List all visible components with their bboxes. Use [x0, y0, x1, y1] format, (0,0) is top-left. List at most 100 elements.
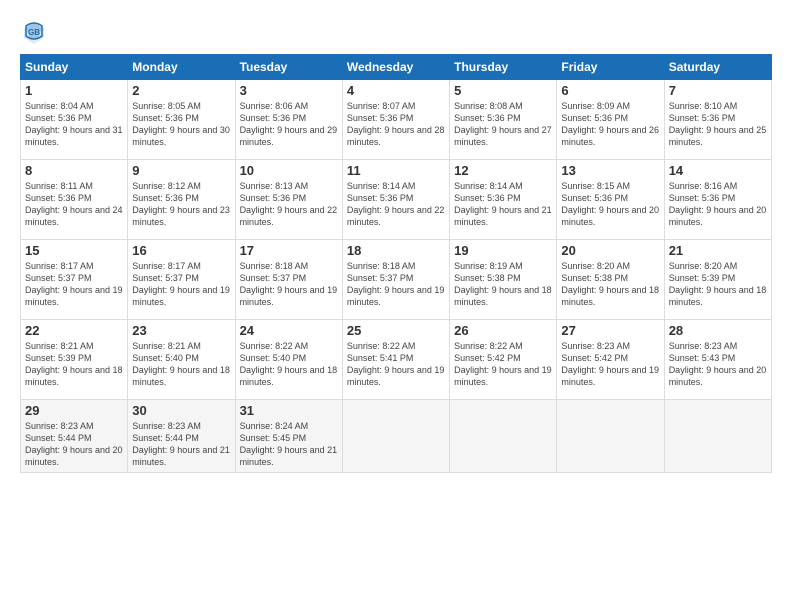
calendar-header-wednesday: Wednesday: [342, 55, 449, 80]
day-info: Sunrise: 8:12 AMSunset: 5:36 PMDaylight:…: [132, 180, 230, 229]
logo-icon: GB: [20, 18, 48, 46]
calendar: SundayMondayTuesdayWednesdayThursdayFrid…: [20, 54, 772, 473]
day-info: Sunrise: 8:19 AMSunset: 5:38 PMDaylight:…: [454, 260, 552, 309]
day-number: 5: [454, 83, 552, 98]
day-number: 24: [240, 323, 338, 338]
calendar-cell: 27Sunrise: 8:23 AMSunset: 5:42 PMDayligh…: [557, 320, 664, 400]
day-number: 7: [669, 83, 767, 98]
day-number: 31: [240, 403, 338, 418]
calendar-cell: [557, 400, 664, 473]
calendar-cell: 2 Sunrise: 8:05 AMSunset: 5:36 PMDaylight…: [128, 80, 235, 160]
day-number: 17: [240, 243, 338, 258]
day-number: 15: [25, 243, 123, 258]
day-number: 18: [347, 243, 445, 258]
day-info: Sunrise: 8:20 AMSunset: 5:39 PMDaylight:…: [669, 260, 767, 309]
calendar-cell: 16 Sunrise: 8:17 AMSunset: 5:37 PMDayligh…: [128, 240, 235, 320]
day-number: 3: [240, 83, 338, 98]
week-row-3: 15 Sunrise: 8:17 AMSunset: 5:37 PMDayligh…: [21, 240, 772, 320]
calendar-cell: 31 Sunrise: 8:24 AMSunset: 5:45 PMDayligh…: [235, 400, 342, 473]
day-number: 26: [454, 323, 552, 338]
week-row-5: 29 Sunrise: 8:23 AMSunset: 5:44 PMDayligh…: [21, 400, 772, 473]
calendar-cell: 4Sunrise: 8:07 AMSunset: 5:36 PMDaylight…: [342, 80, 449, 160]
day-info: Sunrise: 8:22 AMSunset: 5:41 PMDaylight:…: [347, 340, 445, 389]
day-info: Sunrise: 8:20 AMSunset: 5:38 PMDaylight:…: [561, 260, 659, 309]
calendar-cell: 12 Sunrise: 8:14 AMSunset: 5:36 PMDayligh…: [450, 160, 557, 240]
calendar-cell: 11 Sunrise: 8:14 AMSunset: 5:36 PMDayligh…: [342, 160, 449, 240]
day-number: 25: [347, 323, 445, 338]
calendar-cell: 23 Sunrise: 8:21 AMSunset: 5:40 PMDayligh…: [128, 320, 235, 400]
day-info: Sunrise: 8:21 AMSunset: 5:40 PMDaylight:…: [132, 340, 230, 389]
day-info: Sunrise: 8:23 AMSunset: 5:44 PMDaylight:…: [132, 420, 230, 469]
calendar-cell: 22 Sunrise: 8:21 AMSunset: 5:39 PMDayligh…: [21, 320, 128, 400]
day-number: 1: [25, 83, 123, 98]
calendar-cell: 17 Sunrise: 8:18 AMSunset: 5:37 PMDayligh…: [235, 240, 342, 320]
day-number: 13: [561, 163, 659, 178]
calendar-cell: 18Sunrise: 8:18 AMSunset: 5:37 PMDayligh…: [342, 240, 449, 320]
day-number: 11: [347, 163, 445, 178]
calendar-cell: 21Sunrise: 8:20 AMSunset: 5:39 PMDayligh…: [664, 240, 771, 320]
day-info: Sunrise: 8:04 AMSunset: 5:36 PMDaylight:…: [25, 100, 123, 149]
calendar-cell: 13 Sunrise: 8:15 AMSunset: 5:36 PMDayligh…: [557, 160, 664, 240]
day-info: Sunrise: 8:16 AMSunset: 5:36 PMDaylight:…: [669, 180, 767, 229]
day-number: 14: [669, 163, 767, 178]
day-info: Sunrise: 8:24 AMSunset: 5:45 PMDaylight:…: [240, 420, 338, 469]
day-number: 19: [454, 243, 552, 258]
day-info: Sunrise: 8:06 AMSunset: 5:36 PMDaylight:…: [240, 100, 338, 149]
day-number: 16: [132, 243, 230, 258]
calendar-cell: [450, 400, 557, 473]
day-info: Sunrise: 8:15 AMSunset: 5:36 PMDaylight:…: [561, 180, 659, 229]
day-number: 30: [132, 403, 230, 418]
day-number: 12: [454, 163, 552, 178]
calendar-header-tuesday: Tuesday: [235, 55, 342, 80]
calendar-cell: [664, 400, 771, 473]
calendar-header-friday: Friday: [557, 55, 664, 80]
day-info: Sunrise: 8:22 AMSunset: 5:40 PMDaylight:…: [240, 340, 338, 389]
day-number: 2: [132, 83, 230, 98]
logo: GB: [20, 18, 52, 46]
calendar-header-sunday: Sunday: [21, 55, 128, 80]
day-info: Sunrise: 8:17 AMSunset: 5:37 PMDaylight:…: [132, 260, 230, 309]
day-number: 29: [25, 403, 123, 418]
calendar-cell: 29 Sunrise: 8:23 AMSunset: 5:44 PMDayligh…: [21, 400, 128, 473]
svg-text:GB: GB: [28, 28, 40, 37]
day-info: Sunrise: 8:11 AMSunset: 5:36 PMDaylight:…: [25, 180, 123, 229]
day-info: Sunrise: 8:18 AMSunset: 5:37 PMDaylight:…: [240, 260, 338, 309]
calendar-cell: 28Sunrise: 8:23 AMSunset: 5:43 PMDayligh…: [664, 320, 771, 400]
week-row-4: 22 Sunrise: 8:21 AMSunset: 5:39 PMDayligh…: [21, 320, 772, 400]
header: GB: [20, 18, 772, 46]
day-info: Sunrise: 8:09 AMSunset: 5:36 PMDaylight:…: [561, 100, 659, 149]
week-row-1: 1 Sunrise: 8:04 AMSunset: 5:36 PMDaylight…: [21, 80, 772, 160]
calendar-cell: 19 Sunrise: 8:19 AMSunset: 5:38 PMDayligh…: [450, 240, 557, 320]
day-info: Sunrise: 8:22 AMSunset: 5:42 PMDaylight:…: [454, 340, 552, 389]
calendar-header-row: SundayMondayTuesdayWednesdayThursdayFrid…: [21, 55, 772, 80]
calendar-cell: 7 Sunrise: 8:10 AMSunset: 5:36 PMDaylight…: [664, 80, 771, 160]
calendar-cell: 9 Sunrise: 8:12 AMSunset: 5:36 PMDaylight…: [128, 160, 235, 240]
day-number: 22: [25, 323, 123, 338]
calendar-cell: 15Sunrise: 8:17 AMSunset: 5:37 PMDayligh…: [21, 240, 128, 320]
day-info: Sunrise: 8:05 AMSunset: 5:36 PMDaylight:…: [132, 100, 230, 149]
calendar-header-monday: Monday: [128, 55, 235, 80]
calendar-cell: 25 Sunrise: 8:22 AMSunset: 5:41 PMDayligh…: [342, 320, 449, 400]
day-number: 6: [561, 83, 659, 98]
day-info: Sunrise: 8:23 AMSunset: 5:44 PMDaylight:…: [25, 420, 123, 469]
calendar-cell: 1 Sunrise: 8:04 AMSunset: 5:36 PMDaylight…: [21, 80, 128, 160]
day-info: Sunrise: 8:13 AMSunset: 5:36 PMDaylight:…: [240, 180, 338, 229]
day-info: Sunrise: 8:14 AMSunset: 5:36 PMDaylight:…: [454, 180, 552, 229]
calendar-cell: 20 Sunrise: 8:20 AMSunset: 5:38 PMDayligh…: [557, 240, 664, 320]
day-info: Sunrise: 8:07 AMSunset: 5:36 PMDaylight:…: [347, 100, 445, 149]
calendar-header-saturday: Saturday: [664, 55, 771, 80]
day-number: 23: [132, 323, 230, 338]
day-info: Sunrise: 8:14 AMSunset: 5:36 PMDaylight:…: [347, 180, 445, 229]
day-number: 8: [25, 163, 123, 178]
day-info: Sunrise: 8:23 AMSunset: 5:43 PMDaylight:…: [669, 340, 767, 389]
calendar-header-thursday: Thursday: [450, 55, 557, 80]
day-number: 9: [132, 163, 230, 178]
calendar-cell: [342, 400, 449, 473]
day-info: Sunrise: 8:23 AMSunset: 5:42 PMDaylight:…: [561, 340, 659, 389]
day-info: Sunrise: 8:10 AMSunset: 5:36 PMDaylight:…: [669, 100, 767, 149]
calendar-cell: 30 Sunrise: 8:23 AMSunset: 5:44 PMDayligh…: [128, 400, 235, 473]
day-info: Sunrise: 8:21 AMSunset: 5:39 PMDaylight:…: [25, 340, 123, 389]
day-number: 20: [561, 243, 659, 258]
calendar-cell: 6 Sunrise: 8:09 AMSunset: 5:36 PMDaylight…: [557, 80, 664, 160]
calendar-cell: 26 Sunrise: 8:22 AMSunset: 5:42 PMDayligh…: [450, 320, 557, 400]
